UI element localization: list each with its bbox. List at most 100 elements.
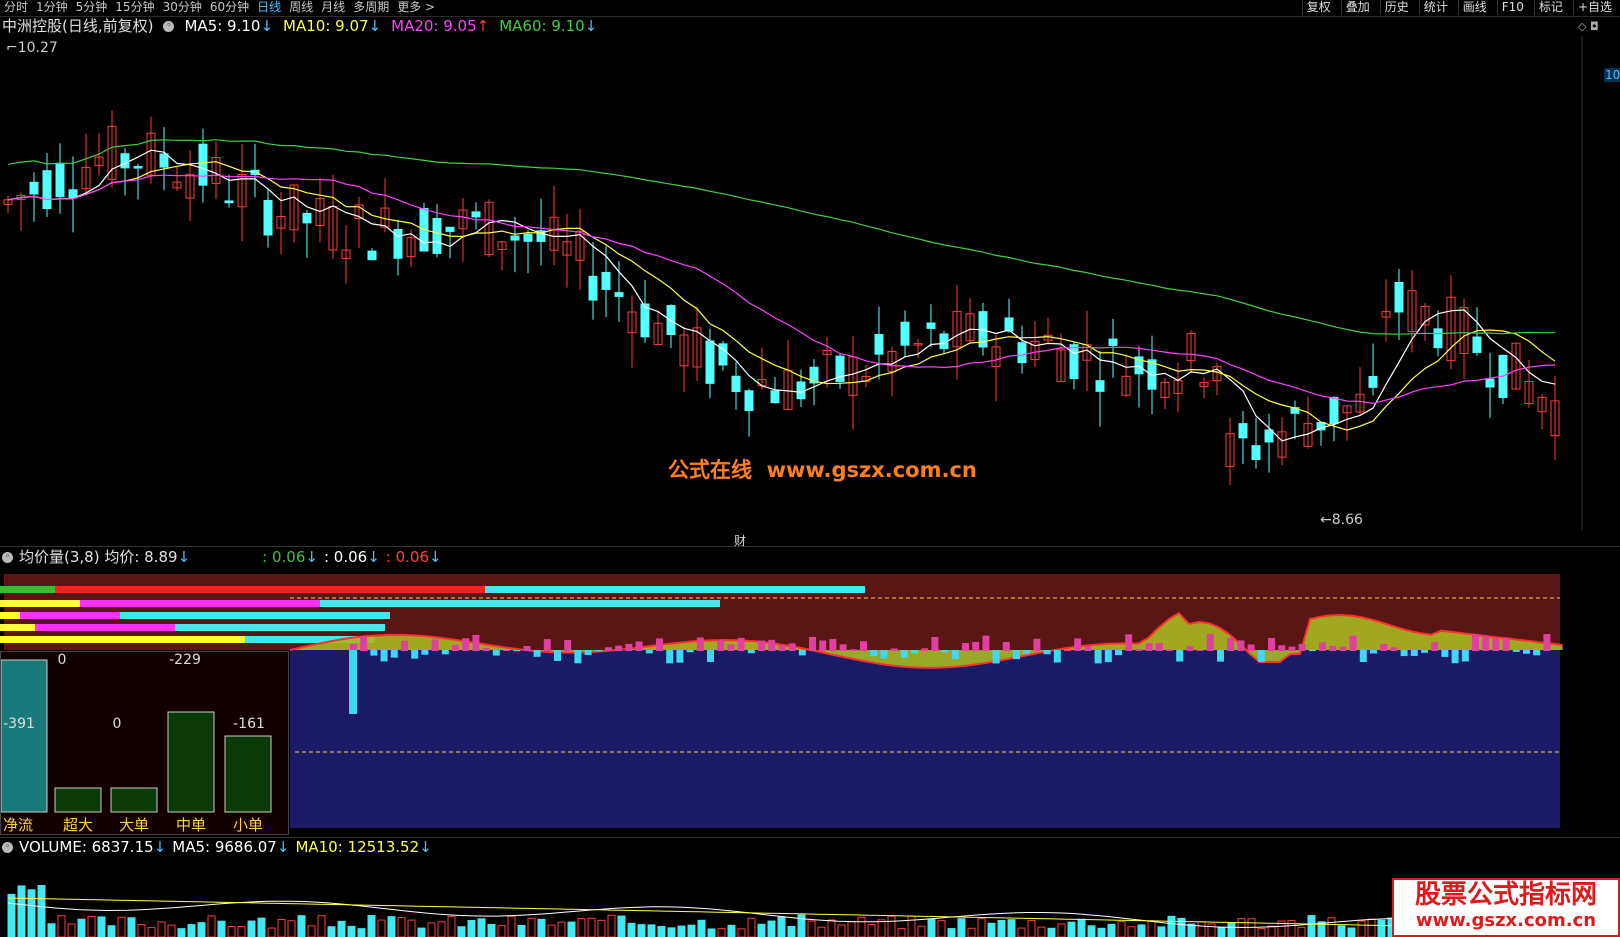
candle[interactable] <box>523 230 533 274</box>
candle[interactable] <box>991 334 1001 402</box>
candle[interactable] <box>159 127 169 191</box>
candle[interactable] <box>653 312 663 346</box>
candle[interactable] <box>276 192 286 255</box>
candle[interactable] <box>562 213 572 288</box>
period-tab[interactable]: 日线 <box>257 0 281 15</box>
candle[interactable] <box>692 306 702 382</box>
collapse-icon[interactable]: ◦ <box>2 841 13 853</box>
candle[interactable] <box>289 184 299 243</box>
candle[interactable] <box>1303 396 1313 449</box>
candle[interactable] <box>1004 298 1014 333</box>
candle[interactable] <box>1342 405 1352 441</box>
candle[interactable] <box>718 340 728 371</box>
candle[interactable] <box>1290 400 1300 440</box>
candle[interactable] <box>120 148 130 196</box>
chart-tools-icons[interactable]: ◇ ◘ <box>1578 20 1599 33</box>
candle[interactable] <box>744 388 754 437</box>
candle[interactable] <box>1550 375 1560 461</box>
period-tab[interactable]: 15分钟 <box>115 0 154 15</box>
period-tab[interactable]: 周线 <box>289 0 313 15</box>
period-tab[interactable]: 30分钟 <box>163 0 202 15</box>
candle[interactable] <box>666 304 676 349</box>
pane-divider[interactable] <box>0 546 1620 547</box>
candle[interactable] <box>1069 341 1079 390</box>
candle[interactable] <box>783 340 793 411</box>
candle[interactable] <box>185 150 195 222</box>
candle[interactable] <box>1108 318 1118 378</box>
candle[interactable] <box>926 304 936 348</box>
candle[interactable] <box>1186 330 1196 374</box>
candle[interactable] <box>341 225 351 284</box>
candle[interactable] <box>1225 417 1235 485</box>
candle[interactable] <box>1355 367 1365 415</box>
candle[interactable] <box>263 188 273 248</box>
toolbar-action[interactable]: 叠加 <box>1340 0 1374 15</box>
candle[interactable] <box>3 195 13 214</box>
candle[interactable] <box>354 196 364 248</box>
candle[interactable] <box>328 174 338 260</box>
candle[interactable] <box>1251 417 1261 469</box>
candle[interactable] <box>393 219 403 276</box>
candle[interactable] <box>198 128 208 203</box>
collapse-icon[interactable]: ◦ <box>2 551 13 563</box>
period-tab[interactable]: 分时 <box>4 0 28 15</box>
candle[interactable] <box>640 279 650 343</box>
period-tab[interactable]: 5分钟 <box>76 0 108 15</box>
candle[interactable] <box>497 240 507 271</box>
candle[interactable] <box>367 248 377 261</box>
collapse-icon[interactable]: ◦ <box>163 20 175 32</box>
candle[interactable] <box>627 295 637 368</box>
toolbar-action[interactable]: 统计 <box>1418 0 1452 15</box>
candle[interactable] <box>55 143 65 214</box>
period-tab[interactable]: 更多 > <box>397 0 435 15</box>
candle[interactable] <box>211 141 221 200</box>
toolbar-action[interactable]: +自选 <box>1572 0 1616 15</box>
toolbar-action[interactable]: 复权 <box>1301 0 1335 15</box>
candle[interactable] <box>549 185 559 266</box>
toolbar-action[interactable]: F10 <box>1496 0 1528 15</box>
candle[interactable] <box>172 166 182 192</box>
candle[interactable] <box>1121 354 1131 398</box>
candle[interactable] <box>445 226 455 259</box>
candle[interactable] <box>1511 342 1521 390</box>
candle[interactable] <box>81 133 91 196</box>
toolbar-action[interactable]: 标记 <box>1533 0 1567 15</box>
candle[interactable] <box>1043 317 1053 344</box>
candle[interactable] <box>1199 377 1209 399</box>
toolbar-action[interactable]: 画线 <box>1457 0 1491 15</box>
candle[interactable] <box>380 178 390 233</box>
candle[interactable] <box>1381 279 1391 342</box>
candle[interactable] <box>42 153 52 217</box>
candle[interactable] <box>575 208 585 290</box>
period-tab[interactable]: 月线 <box>321 0 345 15</box>
candle[interactable] <box>1368 343 1378 396</box>
candle[interactable] <box>1160 377 1170 409</box>
toolbar-action[interactable]: 历史 <box>1379 0 1413 15</box>
candle[interactable] <box>458 198 468 262</box>
candle[interactable] <box>471 202 481 230</box>
candle[interactable] <box>1485 352 1495 418</box>
candle[interactable] <box>900 310 910 358</box>
candle[interactable] <box>484 199 494 258</box>
candle[interactable] <box>68 156 78 233</box>
period-tab[interactable]: 1分钟 <box>36 0 68 15</box>
candle[interactable] <box>1134 346 1144 408</box>
candle[interactable] <box>1264 413 1274 473</box>
candle[interactable] <box>1537 394 1547 430</box>
candle[interactable] <box>1056 333 1066 383</box>
candle[interactable] <box>731 361 741 410</box>
candle[interactable] <box>1329 396 1339 442</box>
candle[interactable] <box>1498 354 1508 404</box>
candle[interactable] <box>1212 363 1222 396</box>
candle[interactable] <box>1095 350 1105 427</box>
candle[interactable] <box>1446 275 1456 370</box>
candle[interactable] <box>1017 325 1027 374</box>
candle[interactable] <box>965 298 975 344</box>
period-tab[interactable]: 多周期 <box>353 0 389 15</box>
volume-chart[interactable] <box>0 858 1620 937</box>
candle[interactable] <box>250 143 260 198</box>
candle[interactable] <box>237 144 247 242</box>
candle[interactable] <box>1394 268 1404 341</box>
candle[interactable] <box>1316 422 1326 446</box>
candle[interactable] <box>874 306 884 380</box>
